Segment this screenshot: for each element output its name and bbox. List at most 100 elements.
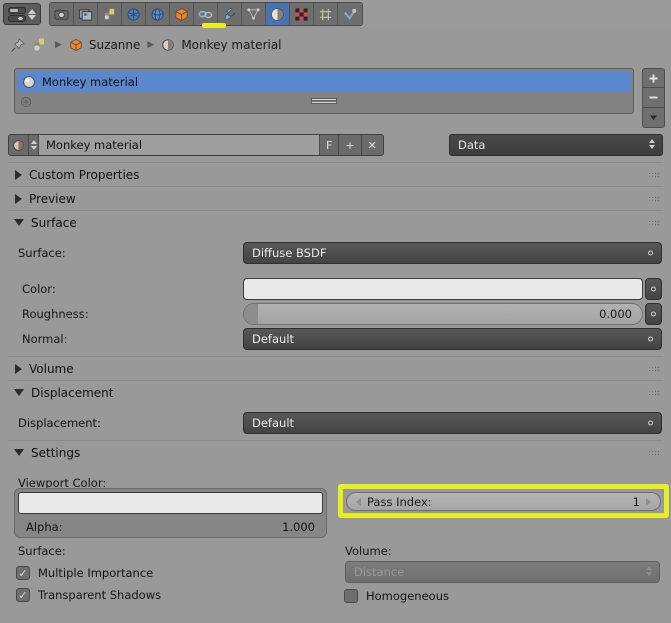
panel-header-custom-properties[interactable]: Custom Properties — [8, 162, 663, 186]
particles-tab[interactable] — [242, 3, 266, 25]
pass-index-field[interactable]: Pass Index: 1 — [346, 492, 661, 511]
panel-header-settings[interactable]: Settings — [8, 440, 663, 464]
panel-drag-dots — [648, 172, 659, 179]
material-browse-icon[interactable] — [9, 135, 29, 155]
multiple-importance-checkbox[interactable]: ✓ — [16, 566, 30, 580]
normal-dropdown[interactable]: Default — [243, 328, 662, 350]
panel-label-preview: Preview — [29, 191, 76, 206]
dropdown-arrows-icon — [649, 139, 655, 149]
panel-drag-dots — [648, 220, 659, 227]
images-icon — [104, 8, 115, 19]
add-slot-button[interactable] — [642, 68, 665, 88]
roughness-slider[interactable]: 0.000 — [243, 303, 643, 325]
unlink-material-button[interactable]: ✕ — [360, 135, 383, 155]
panel-header-volume[interactable]: Volume — [8, 356, 663, 380]
new-material-button[interactable]: + — [338, 135, 361, 155]
panel-header-displacement[interactable]: Displacement — [8, 380, 663, 404]
list-resize-grip[interactable] — [311, 98, 337, 104]
surface-shader-label-row: Surface: — [18, 242, 66, 264]
viewport-color-block: Alpha: 1.000 — [14, 488, 327, 538]
plus-circle-icon[interactable] — [20, 96, 32, 108]
constraints-tab[interactable] — [194, 3, 218, 25]
panel-header-surface[interactable]: Surface — [8, 210, 663, 234]
editor-type-selector[interactable] — [3, 3, 41, 25]
transparent-shadows-label: Transparent Shadows — [38, 588, 162, 602]
displacement-dropdown[interactable]: Default — [243, 412, 662, 434]
transparent-shadows-row[interactable]: ✓ Transparent Shadows — [16, 584, 161, 606]
cone-sphere-icon — [127, 7, 140, 21]
roughness-socket-button[interactable] — [645, 303, 662, 325]
pass-index-value: 1 — [632, 494, 640, 509]
homogeneous-row[interactable]: ✓ Homogeneous — [344, 585, 449, 607]
alpha-label: Alpha: — [26, 520, 63, 534]
volume-sampling-value: Distance — [354, 565, 405, 579]
socket-dot-icon — [651, 286, 656, 292]
material-slot-item[interactable]: Monkey material — [17, 71, 631, 92]
texture-tab[interactable] — [290, 3, 314, 25]
fake-user-button[interactable]: F — [319, 135, 339, 155]
viewport-color-swatch[interactable] — [18, 492, 323, 514]
panel-drag-dots — [648, 390, 659, 397]
surface-shader-value: Diffuse BSDF — [252, 246, 327, 260]
material-tab[interactable] — [266, 3, 290, 25]
chevron-right-icon — [15, 193, 22, 204]
panel-label-surface: Surface — [31, 215, 77, 230]
socket-dot-icon — [648, 420, 653, 426]
alpha-slider[interactable]: Alpha: 1.000 — [18, 517, 323, 537]
material-name-input[interactable]: Monkey material — [39, 135, 319, 155]
checker-icon — [295, 7, 308, 21]
surface-group-label: Surface: — [18, 544, 66, 558]
panel-header-preview[interactable]: Preview — [8, 186, 663, 210]
object-cube-icon — [70, 38, 82, 52]
material-data-icon[interactable] — [32, 37, 48, 53]
render-tab[interactable] — [50, 3, 74, 25]
material-slot-list[interactable]: Monkey material — [14, 68, 634, 114]
multiple-importance-row[interactable]: ✓ Multiple Importance — [16, 562, 153, 584]
surface-shader-dropdown[interactable]: Diffuse BSDF — [243, 242, 662, 264]
modifiers-tab[interactable] — [218, 3, 242, 25]
world-tab[interactable] — [146, 3, 170, 25]
transparent-shadows-checkbox[interactable]: ✓ — [16, 588, 30, 602]
material-browse-arrows[interactable] — [29, 135, 39, 155]
physics-tab[interactable] — [314, 3, 338, 25]
breadcrumb-item-material[interactable]: Monkey material — [161, 38, 282, 52]
multiple-importance-label: Multiple Importance — [38, 566, 154, 580]
editor-type-icon — [8, 6, 26, 14]
data-tab[interactable] — [338, 3, 362, 25]
homogeneous-checkbox[interactable]: ✓ — [344, 589, 358, 603]
scene-tab[interactable] — [122, 3, 146, 25]
material-slot-side-buttons — [642, 68, 665, 128]
increment-arrow-icon[interactable] — [646, 497, 651, 506]
editor-type-arrows — [28, 8, 36, 20]
socket-dot-icon — [651, 311, 656, 317]
breadcrumb-material-label: Monkey material — [181, 38, 282, 52]
cube-icon — [175, 7, 188, 21]
link-dropdown[interactable]: Data — [449, 134, 663, 156]
roughness-label-row: Roughness: — [22, 303, 89, 325]
volume-sampling-dropdown[interactable]: Distance — [345, 561, 660, 583]
surface-shader-label: Surface: — [18, 246, 66, 260]
panel-label-volume: Volume — [29, 361, 74, 376]
active-tab-indicator — [202, 23, 226, 28]
panel-drag-dots — [648, 366, 659, 373]
material-sphere-icon — [23, 75, 35, 88]
pass-index-label: Pass Index: — [367, 494, 432, 509]
material-sphere-icon — [271, 7, 284, 21]
object-tab[interactable] — [170, 3, 194, 25]
breadcrumb-item-object[interactable]: Suzanne — [69, 38, 140, 52]
color-swatch[interactable] — [243, 278, 643, 300]
remove-slot-button[interactable] — [642, 88, 665, 108]
decrement-arrow-icon[interactable] — [356, 497, 361, 506]
material-slot-label: Monkey material — [42, 74, 139, 89]
view-layer-tab[interactable] — [98, 3, 122, 25]
normal-label-row: Normal: — [22, 328, 67, 350]
globe-icon — [151, 7, 164, 21]
socket-dot-icon — [648, 250, 653, 256]
slot-specials-button[interactable] — [642, 108, 665, 128]
pin-icon[interactable] — [10, 37, 25, 53]
volume-group-label-row: Volume: — [345, 540, 392, 562]
properties-editor: ▶ Suzanne ▶ Monkey material Monkey mater… — [0, 0, 671, 623]
output-tab[interactable] — [74, 3, 98, 25]
link-dropdown-value: Data — [458, 138, 486, 152]
color-socket-button[interactable] — [645, 278, 662, 300]
